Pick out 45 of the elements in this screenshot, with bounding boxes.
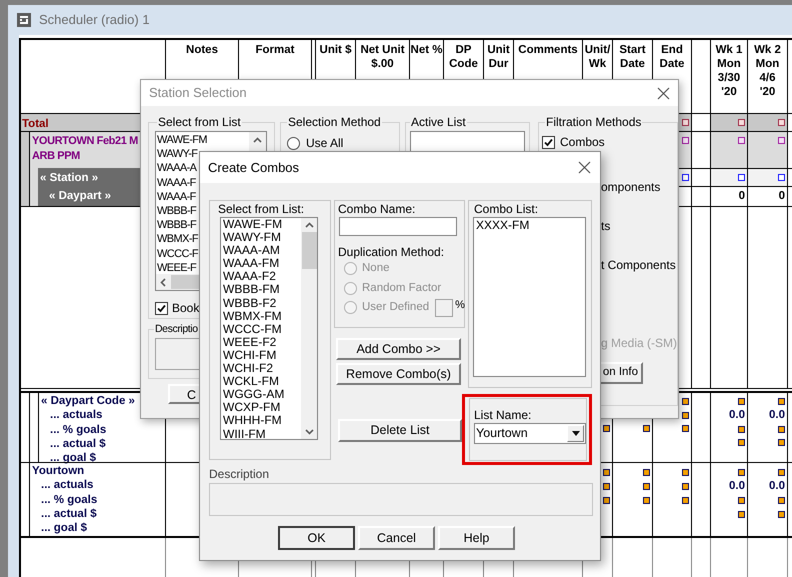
field-label: Description — [209, 467, 270, 481]
field-label: Combo List: — [473, 201, 540, 216]
row-label: ... actual $ — [40, 506, 98, 522]
dropdown-value: Yourtown — [475, 425, 529, 442]
row-label: ... actual $ — [49, 436, 107, 452]
cell-value: 0.0 — [729, 478, 745, 494]
dialog-title: Create Combos — [208, 158, 300, 177]
cell-value: 0 — [738, 188, 745, 204]
radio-label: Use All — [306, 137, 344, 150]
checkbox-label: Book — [172, 300, 200, 317]
row-label: « Daypart » — [49, 190, 112, 202]
row-label: Total — [22, 118, 49, 130]
row-label: YOURTOWN Feb21 M ARB PPM — [32, 134, 138, 164]
group-label: Select from List — [157, 114, 242, 131]
field-label: List Name: — [474, 407, 532, 422]
field-label: Duplication Method: — [338, 245, 446, 259]
field-label: Combo Name: — [338, 201, 416, 216]
row-label: ... actuals — [40, 478, 94, 493]
option-label: omponents — [601, 180, 662, 194]
cell-value: 0 — [778, 188, 785, 204]
row-label: ... actuals — [49, 408, 104, 423]
radio-label: Random Factor — [362, 280, 442, 296]
row-label: ... goal $ — [49, 451, 98, 466]
cell-value: 0.0 — [769, 408, 785, 423]
row-label: ... % goals — [40, 492, 98, 507]
field-label: Select from List: — [217, 201, 306, 216]
row-label: ... goal $ — [40, 521, 88, 536]
radio-label: User Defined — [362, 300, 430, 316]
group-label: Descriptio — [154, 322, 199, 337]
cell-value: 0.0 — [729, 408, 745, 423]
row-label: ... % goals — [49, 422, 108, 437]
cell-value: 0.0 — [769, 478, 785, 494]
row-label: Yourtown — [32, 464, 86, 478]
option-label: t Components — [601, 258, 677, 272]
option-label: ts — [601, 219, 612, 233]
group-label: Filtration Methods — [545, 114, 642, 131]
group-label: Active List — [410, 114, 467, 131]
group-label: Selection Method — [287, 114, 382, 131]
row-label: « Daypart Code » — [41, 394, 136, 408]
checkbox-label: Combos — [560, 136, 605, 149]
window-title: Scheduler (radio) 1 — [39, 11, 150, 30]
row-label: « Station » — [40, 172, 98, 184]
unit-label: % — [455, 298, 465, 312]
radio-label: None — [362, 261, 390, 276]
option-label: g Media (-SM) — [601, 336, 678, 350]
